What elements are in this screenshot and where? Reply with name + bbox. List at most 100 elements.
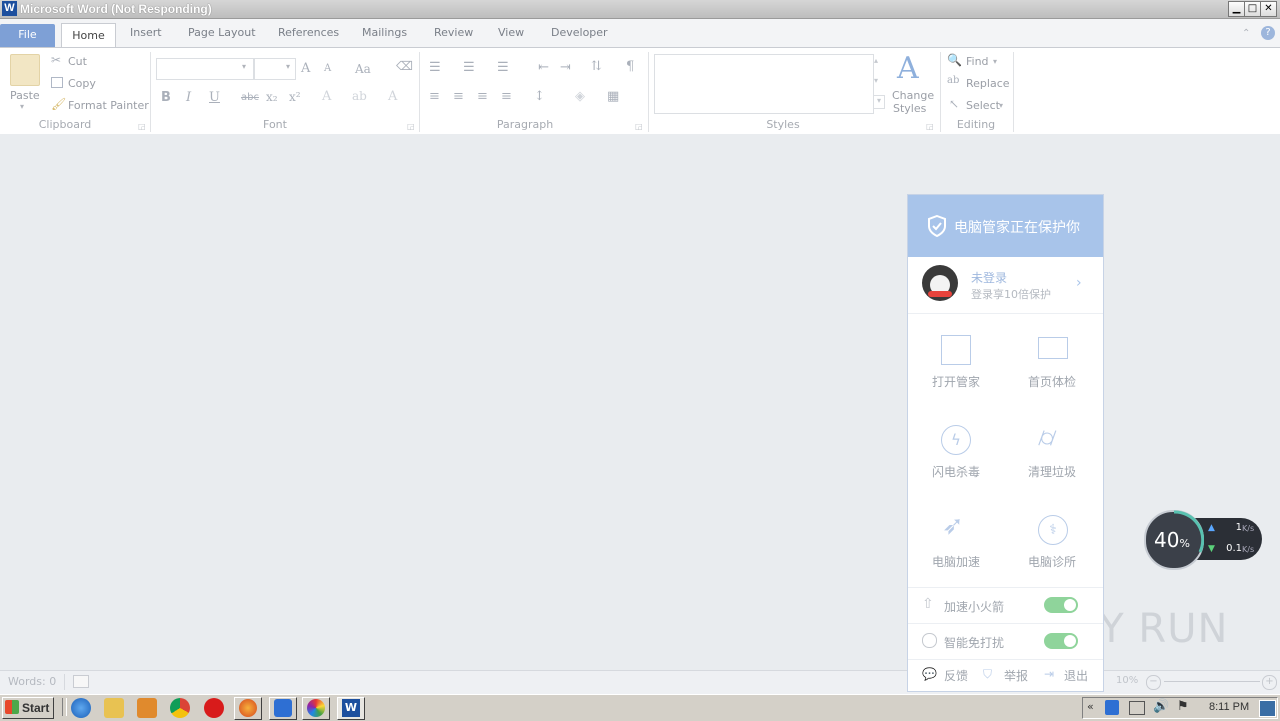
shrink-font-button[interactable]: A (324, 63, 331, 74)
styles-gallery[interactable] (654, 54, 874, 114)
replace-button[interactable]: Replace (966, 77, 1010, 90)
tab-mailings[interactable]: Mailings (362, 26, 407, 39)
zoom-in-icon[interactable]: + (1262, 675, 1277, 690)
tray-shield-icon[interactable] (1105, 700, 1119, 715)
styles-scroll-down-icon[interactable]: ▾ (874, 76, 878, 85)
tab-review[interactable]: Review (434, 26, 473, 39)
italic-button[interactable]: I (186, 90, 191, 105)
change-case-button[interactable]: Aa (355, 62, 371, 76)
volume-icon[interactable]: 🔊 (1153, 699, 1169, 714)
font-size-dropdown-icon[interactable]: ▾ (286, 62, 290, 71)
paste-button[interactable]: Paste (10, 89, 40, 102)
strikethrough-button[interactable]: abc (241, 92, 259, 103)
line-spacing-icon[interactable]: ↕ (534, 89, 545, 104)
colorful-app-task[interactable] (302, 697, 330, 720)
text-effects-icon[interactable]: A (322, 89, 331, 104)
clear-formatting-icon[interactable]: ⌫ (396, 59, 413, 73)
change-styles-label[interactable]: Change (892, 89, 934, 102)
borders-icon[interactable]: ▦ (607, 89, 619, 104)
font-name-dropdown-icon[interactable]: ▾ (242, 62, 246, 71)
help-icon[interactable]: ? (1261, 26, 1275, 40)
paste-icon[interactable] (10, 54, 40, 86)
start-button[interactable]: Start (2, 697, 54, 719)
multilevel-list-icon[interactable]: ☰ (497, 60, 509, 75)
numbering-icon[interactable]: ☰ (463, 60, 475, 75)
paragraph-launcher-icon[interactable]: ◲ (635, 122, 643, 131)
tile-open-manager[interactable]: 打开管家 (910, 323, 1002, 403)
change-styles-label-2[interactable]: Styles (893, 102, 926, 115)
opera-icon[interactable] (204, 698, 224, 718)
font-name-select[interactable] (156, 58, 254, 80)
tab-insert[interactable]: Insert (130, 26, 162, 39)
styles-launcher-icon[interactable]: ◲ (926, 122, 934, 131)
tab-page-layout[interactable]: Page Layout (188, 26, 256, 39)
align-center-icon[interactable]: ≡ (453, 89, 464, 104)
increase-indent-icon[interactable]: ⇥ (560, 60, 571, 75)
feedback-button[interactable]: 反馈 (944, 667, 968, 684)
zoom-slider[interactable] (1164, 681, 1260, 682)
copy-button[interactable]: Copy (68, 77, 96, 90)
tab-home[interactable]: Home (61, 23, 116, 48)
word-task[interactable]: W (337, 697, 365, 720)
chrome-icon[interactable] (170, 698, 190, 718)
clipboard-launcher-icon[interactable]: ◲ (138, 122, 146, 131)
network-speed-widget[interactable]: 40% ▲ 1 K/s ▼ 0.1 K/s (1144, 510, 1263, 570)
zoom-level[interactable]: 10% (1116, 675, 1138, 686)
change-styles-icon[interactable]: A (897, 51, 919, 86)
proofing-icon[interactable] (73, 675, 89, 688)
close-button[interactable]: ✕ (1260, 1, 1277, 17)
network-icon[interactable] (1129, 701, 1145, 715)
maximize-button[interactable]: □ (1244, 1, 1261, 17)
cut-button[interactable]: Cut (68, 55, 87, 68)
login-row[interactable]: 未登录 登录享10倍保护 › (908, 257, 1103, 313)
select-dropdown-icon[interactable]: ▾ (999, 101, 1003, 110)
ie-icon[interactable] (71, 698, 91, 718)
find-button[interactable]: Find (966, 55, 989, 68)
styles-scroll-up-icon[interactable]: ▴ (874, 56, 878, 65)
subscript-button[interactable]: x₂ (266, 90, 278, 104)
tab-file[interactable]: File (0, 24, 55, 47)
report-button[interactable]: 举报 (1004, 667, 1028, 684)
shading-icon[interactable]: ◈ (575, 89, 585, 104)
align-right-icon[interactable]: ≡ (477, 89, 488, 104)
zoom-out-icon[interactable]: − (1146, 675, 1161, 690)
underline-button[interactable]: U (209, 90, 220, 105)
superscript-button[interactable]: x² (289, 90, 301, 104)
flag-icon[interactable]: ⚑ (1177, 699, 1189, 714)
minimize-button[interactable]: ▁ (1228, 1, 1245, 17)
align-left-icon[interactable]: ≡ (429, 89, 440, 104)
find-dropdown-icon[interactable]: ▾ (993, 57, 997, 66)
sort-icon[interactable]: ⇅ (591, 59, 602, 74)
highlight-icon[interactable]: ab (352, 89, 367, 103)
minimize-ribbon-icon[interactable]: ⌃ (1242, 28, 1250, 39)
tray-expand-icon[interactable]: « (1087, 700, 1094, 713)
justify-icon[interactable]: ≡ (501, 89, 512, 104)
bold-button[interactable]: B (161, 90, 171, 105)
pc-manager-task[interactable] (269, 697, 297, 720)
clock[interactable]: 8:11 PM (1209, 701, 1249, 713)
format-painter-button[interactable]: Format Painter (68, 99, 149, 112)
grow-font-button[interactable]: A (301, 61, 310, 76)
exit-button[interactable]: 退出 (1064, 667, 1088, 684)
show-formatting-button[interactable]: ¶ (626, 59, 634, 74)
tile-speed-up[interactable]: ➶ 电脑加速 (910, 503, 1002, 583)
decrease-indent-icon[interactable]: ⇤ (538, 60, 549, 75)
show-desktop-icon[interactable] (1259, 700, 1276, 717)
tile-quick-scan[interactable]: ϟ 闪电杀毒 (910, 413, 1002, 493)
tab-developer[interactable]: Developer (551, 26, 608, 39)
select-button[interactable]: Select (966, 99, 1000, 112)
tile-pc-clinic[interactable]: ⚕ 电脑诊所 (1006, 503, 1098, 583)
explorer-icon[interactable] (104, 698, 124, 718)
paste-dropdown-icon[interactable]: ▾ (20, 102, 24, 111)
firefox-task[interactable] (234, 697, 262, 720)
font-launcher-icon[interactable]: ◲ (407, 122, 415, 131)
font-color-icon[interactable]: A (388, 89, 397, 104)
word-count[interactable]: Words: 0 (8, 675, 56, 688)
styles-more-icon[interactable]: ▾ (873, 95, 885, 109)
tile-clean-junk[interactable]: ⌭ 清理垃圾 (1006, 413, 1098, 493)
tab-view[interactable]: View (498, 26, 524, 39)
bullets-icon[interactable]: ☰ (429, 60, 441, 75)
media-player-icon[interactable] (137, 698, 157, 718)
tab-references[interactable]: References (278, 26, 339, 39)
dnd-toggle[interactable] (1044, 633, 1078, 649)
